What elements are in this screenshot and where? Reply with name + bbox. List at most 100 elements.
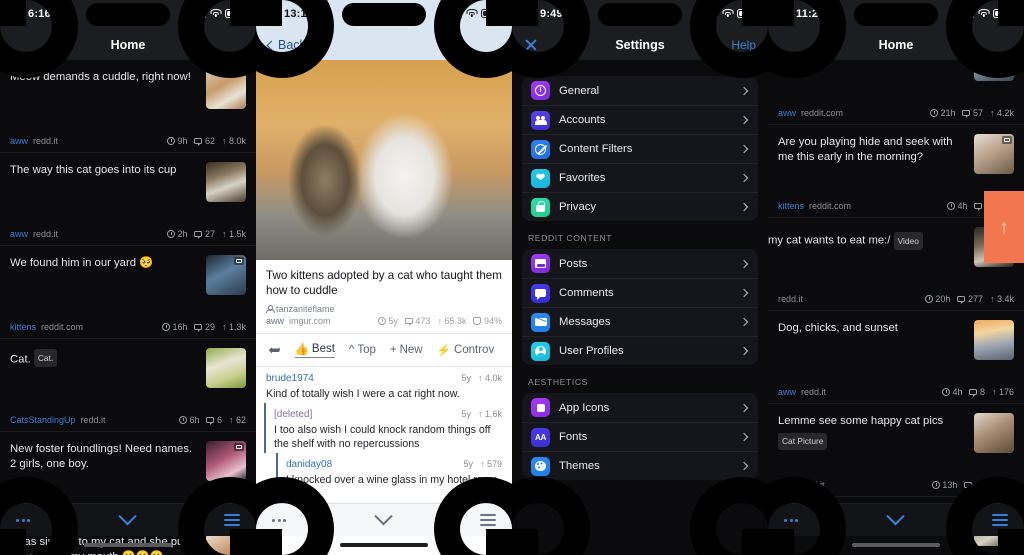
more-icon[interactable] [272, 518, 286, 522]
clock-icon [377, 317, 386, 326]
settings-row-fonts[interactable]: AA Fonts [522, 422, 758, 451]
post-thumbnail[interactable] [206, 534, 246, 555]
post-meta: aww reddit.com 21h 57 ↑ 4.2k [778, 103, 1014, 124]
hamburger-icon[interactable] [992, 514, 1008, 526]
sort-option-controv[interactable]: ⚡ Controv [437, 343, 495, 357]
comment-sort-bar[interactable]: ➥ 👍 Best ^ Top + New ⚡ Controv [256, 333, 512, 368]
settings-row-favorites[interactable]: ❤ Favorites [522, 163, 758, 192]
status-bar: 11:22 [768, 0, 1024, 30]
subreddit-link[interactable]: CatsStandingUp [10, 415, 76, 425]
comment-list[interactable]: brude1974 5y ↑ 4.0k Kind of totally wish I … [256, 367, 512, 507]
comment-author[interactable]: daniday08 [286, 459, 332, 470]
post-title: Dog, chicks, and sunset [778, 322, 898, 334]
subreddit-link[interactable]: kittens [10, 322, 36, 332]
subreddit-link[interactable]: aww [778, 387, 796, 397]
post-thumbnail[interactable] [206, 69, 246, 109]
post-row[interactable]: Meow demands a cuddle, right now! aww red… [0, 60, 256, 153]
post-row[interactable]: Cat. Cat. CatsStandingUp redd.it 6h 6 ↑ 62 [0, 339, 256, 432]
settings-row-user-profiles[interactable]: User Profiles [522, 336, 758, 365]
dynamic-island [86, 3, 170, 26]
content-filters-icon [531, 139, 550, 159]
comment-icon [206, 416, 215, 425]
sort-option-icon: 👍 [294, 344, 309, 357]
help-button[interactable]: Help [731, 38, 756, 52]
accounts-icon [531, 110, 550, 130]
swipe-upvote-action[interactable]: ↑ [984, 191, 1024, 263]
status-time: 6:16 [28, 8, 51, 20]
comment-author[interactable]: [deleted] [274, 409, 312, 420]
settings-row-app-icons[interactable]: App Icons [522, 393, 758, 422]
subreddit-link[interactable]: cats [778, 480, 795, 490]
app-icons-icon [531, 398, 550, 417]
sort-option-best[interactable]: 👍 Best [294, 342, 335, 359]
themes-icon [531, 456, 550, 476]
post-thumbnail[interactable] [206, 348, 246, 388]
more-icon[interactable] [784, 518, 798, 522]
post-hero-image[interactable] [256, 60, 512, 260]
settings-row-content-filters[interactable]: Content Filters [522, 134, 758, 163]
hamburger-icon[interactable] [224, 514, 240, 526]
post-meta: cats redd.it 13h 80 ↑ 782 [778, 475, 1014, 496]
post-thumbnail[interactable] [206, 162, 246, 202]
post-feed[interactable]: Meow demands a cuddle, right now! aww red… [0, 60, 256, 555]
subreddit-link[interactable]: aww [266, 316, 284, 326]
settings-row-privacy[interactable]: Privacy [522, 192, 758, 221]
comment-icon [957, 295, 966, 304]
bottom-toolbar [768, 503, 1024, 536]
settings-row-comments[interactable]: Comments [522, 278, 758, 307]
comment-author[interactable]: brude1974 [266, 373, 314, 384]
post-row[interactable]: We found him in our yard 🥺 kittens reddit… [0, 246, 256, 339]
sort-option-top[interactable]: ^ Top [349, 344, 376, 356]
sort-option-new[interactable]: + New [390, 344, 423, 356]
back-button[interactable]: Back [266, 38, 306, 52]
post-thumbnail[interactable] [974, 134, 1014, 174]
more-icon[interactable] [16, 518, 30, 522]
comment-item[interactable]: [deleted] 5y ↑ 1.6k I too also wish I could… [264, 403, 512, 454]
post-thumbnail[interactable] [206, 255, 246, 295]
post-title: Lemme see some happy cat pics Cat Pictur… [778, 414, 966, 450]
post-age: 5y [377, 316, 398, 326]
comment-icon [404, 317, 413, 326]
close-button[interactable] [524, 38, 538, 52]
subreddit-link[interactable]: aww [778, 108, 796, 118]
comment-item[interactable]: brude1974 5y ↑ 4.0k Kind of totally wish I … [256, 367, 512, 403]
post-feed[interactable]: aww reddit.com 21h 57 ↑ 4.2k Are you playing h… [768, 32, 1024, 555]
comment-body: I too also wish I could knock random thi… [274, 424, 491, 451]
settings-section-label: AESTHETICS [528, 377, 588, 387]
comment-age: 5y [461, 373, 471, 384]
post-score: ↑ 62 [228, 414, 246, 425]
settings-row-posts[interactable]: Posts [522, 249, 758, 278]
post-row[interactable]: Lemme see some happy cat pics Cat Pictur… [768, 404, 1024, 497]
hamburger-icon[interactable] [480, 514, 496, 526]
comment-item[interactable]: daniday08 5y ↑ 579 I knocked over a wine gl… [276, 453, 512, 504]
comment-score: ↑ 4.0k [477, 373, 502, 384]
settings-row-messages[interactable]: Messages [522, 307, 758, 336]
post-thumbnail[interactable] [974, 413, 1014, 453]
settings-row-general[interactable]: General [522, 76, 758, 105]
clock-icon [941, 388, 950, 396]
settings-row-themes[interactable]: Themes [522, 451, 758, 480]
upvote-icon: ↑ [989, 107, 995, 118]
upvote-icon: ↑ [221, 135, 227, 146]
chevron-down-icon[interactable] [885, 506, 905, 525]
subreddit-link[interactable]: kittens [778, 201, 804, 211]
settings-list[interactable]: General Accounts Content Filters ❤ Favorites… [512, 60, 768, 555]
clock-icon [924, 295, 933, 303]
post-domain: redd.it [33, 229, 59, 239]
post-domain: redd.it [799, 480, 825, 490]
post-row[interactable]: Dog, chicks, and sunset aww redd.it 4h 8 ↑ 17… [768, 311, 1024, 404]
post-thumbnail[interactable] [974, 320, 1014, 360]
post-domain: reddit.com [41, 322, 84, 332]
signal-bars-icon [450, 9, 462, 18]
subreddit-link[interactable]: aww [10, 136, 28, 146]
settings-row-accounts[interactable]: Accounts [522, 105, 758, 134]
chevron-down-icon[interactable] [373, 506, 393, 525]
subreddit-link[interactable]: aww [10, 229, 28, 239]
post-row[interactable]: The way this cat goes into its cup aww re… [0, 153, 256, 246]
chevron-down-icon[interactable] [117, 506, 137, 525]
post-author[interactable]: tanzaniteflame [256, 300, 512, 314]
nav-bar: Home [768, 30, 1024, 60]
status-bar: 13:13 [256, 0, 512, 30]
post-thumbnail[interactable] [206, 441, 246, 481]
reply-icon[interactable]: ➥ [268, 341, 281, 359]
